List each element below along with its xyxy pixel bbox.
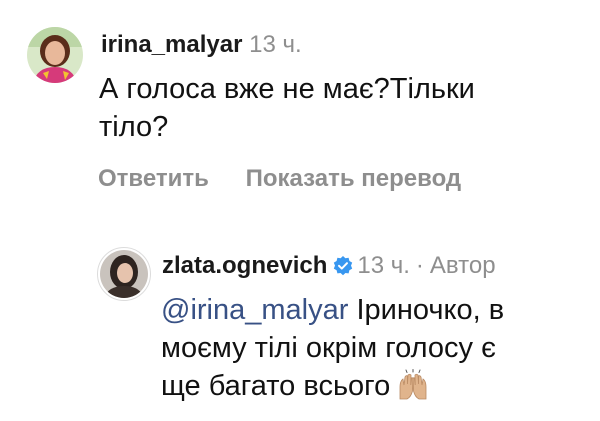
reply-username[interactable]: zlata.ognevich xyxy=(162,252,327,279)
comment-time: 13 ч. xyxy=(249,31,302,58)
avatar-zlata[interactable] xyxy=(97,247,151,301)
comment-header: irina_malyar 13 ч. xyxy=(101,31,302,59)
reply-header: zlata.ognevich 13 ч. · Автор xyxy=(162,252,496,283)
avatar-image xyxy=(27,27,83,83)
translate-button[interactable]: Показать перевод xyxy=(246,165,462,192)
reply-text-line: ще багато всього xyxy=(161,367,581,413)
verified-badge-icon xyxy=(333,255,353,283)
reply-button[interactable]: Ответить xyxy=(98,165,209,192)
avatar-irina[interactable] xyxy=(27,27,83,83)
reply-text-fragment: ще багато всього xyxy=(161,370,391,402)
comment-actions: Ответить Показать перевод xyxy=(98,165,491,193)
raising-hands-icon xyxy=(396,369,430,413)
avatar-image xyxy=(100,250,148,298)
reply-time: 13 ч. xyxy=(357,252,410,279)
comment-body: А голоса вже не має?Тільки тіло? xyxy=(99,70,579,146)
comment-text-line: тіло? xyxy=(99,111,169,143)
comment-username[interactable]: irina_malyar xyxy=(101,31,242,58)
reply-text-line: @irina_malyar Іриночко, в xyxy=(161,291,581,329)
mention-link[interactable]: @irina_malyar xyxy=(161,294,348,326)
meta-separator: · xyxy=(415,252,424,279)
author-label: Автор xyxy=(429,252,496,279)
comment-text-line: А голоса вже не має?Тільки xyxy=(99,73,475,105)
reply-text-line: моєму тілі окрім голосу є xyxy=(161,332,496,364)
reply-body: @irina_malyar Іриночко, в моєму тілі окр… xyxy=(161,291,581,413)
reply-text-fragment: Іриночко, в xyxy=(348,294,505,326)
